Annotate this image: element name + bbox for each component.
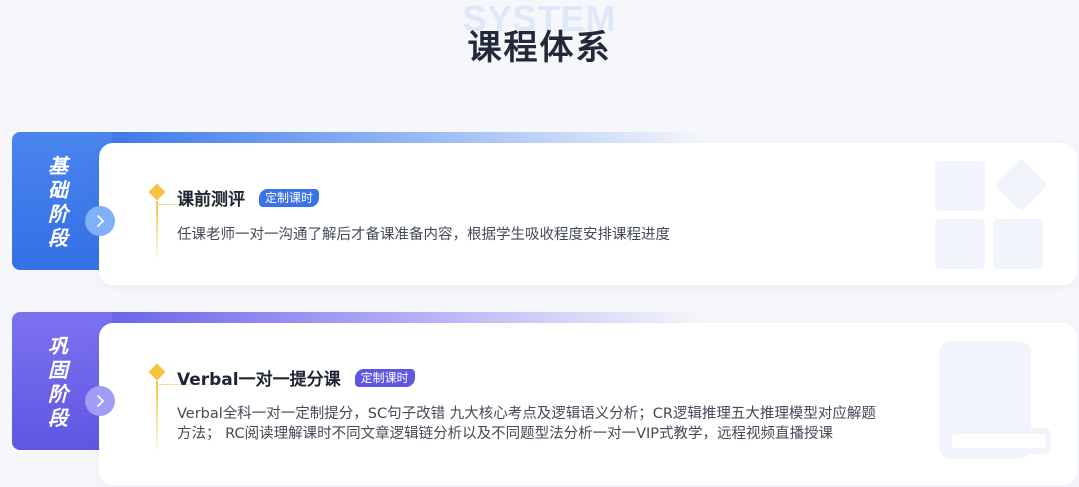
stage-tab: 基础阶段 — [12, 132, 112, 270]
book-icon — [939, 341, 1051, 459]
stage-label: 基础阶段 — [48, 154, 68, 250]
course-description: Verbal全科一对一定制提分，SC句子改错 九大核心考点及逻辑语义分析；CR逻… — [177, 406, 876, 442]
stage-tab: 巩固阶段 — [12, 312, 112, 450]
course-title-row: Verbal一对一提分课 定制课时 — [177, 365, 415, 390]
diamond-bullet-icon — [148, 363, 166, 381]
course-description: 任课老师一对一沟通了解后才备课准备内容，根据学生吸收程度安排课程进度 — [177, 227, 670, 243]
course-badge: 定制课时 — [259, 188, 320, 207]
course-title: Verbal一对一提分课 — [177, 370, 341, 390]
timeline-line — [156, 381, 158, 451]
course-card: 课前测评 定制课时 任课老师一对一沟通了解后才备课准备内容，根据学生吸收程度安排… — [99, 143, 1077, 285]
course-title-row: 课前测评 定制课时 — [177, 185, 320, 210]
stage-consolidation: 巩固阶段 Verbal一对一提分课 定制课时 Verbal全科一对一定制提分，S… — [12, 312, 1079, 487]
chevron-right-icon[interactable] — [85, 206, 115, 236]
course-badge: 定制课时 — [354, 368, 415, 387]
timeline-line — [156, 201, 158, 257]
stage-basic: 基础阶段 课前测评 定制课时 任课老师一对一沟通了解后才备课准备内容，根据学生吸… — [12, 132, 1079, 285]
diamond-bullet-icon — [148, 183, 166, 201]
chevron-right-icon[interactable] — [85, 386, 115, 416]
course-card: Verbal一对一提分课 定制课时 Verbal全科一对一定制提分，SC句子改错… — [99, 323, 1077, 485]
course-title: 课前测评 — [177, 190, 245, 210]
grid-blocks-icon — [935, 159, 1047, 269]
stage-label: 巩固阶段 — [48, 334, 68, 430]
section-header: SYSTEM 课程体系 — [0, 0, 1079, 80]
page-title: 课程体系 — [467, 28, 612, 68]
